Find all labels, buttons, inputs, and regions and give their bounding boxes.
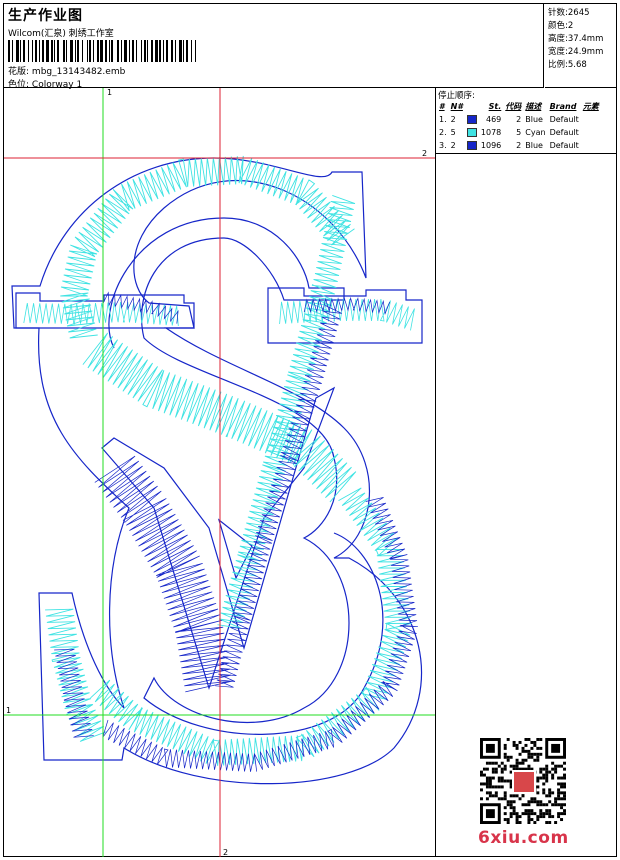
v-outline [101,386,336,690]
green-guide-label-top: 1 [107,88,113,97]
embroidery-design [4,88,435,857]
stitch-run [215,305,342,688]
stitch-run [102,291,179,324]
barcode [8,40,196,62]
col-header [465,100,479,113]
watermark-text: 6xiu.com [478,828,569,848]
col-header: # [439,102,445,111]
stitch-run [217,194,356,629]
table-row: 1. 2 469 2 Blue Default [439,115,579,124]
stat-height: 高度:37.4mm [548,34,604,44]
table-row: 3. 2 1096 2 Blue Default [439,141,579,150]
stitch-fills [23,155,418,772]
stats-panel: 针数:2645 颜色:2 高度:37.4mm 宽度:24.9mm 比例:5.68 [545,4,616,88]
right-serif-outline [267,287,423,344]
company-name: Wilcom(汇泉) 刺绣工作室 [8,29,114,39]
stitch-run [279,298,415,331]
col-header: Brand [549,102,577,111]
stitch-run [94,455,233,693]
col-header: 代码 [505,102,522,111]
col-header: 描述 [525,102,542,111]
green-guide-label-left: 1 [6,706,12,715]
red-guide-label-bottom: 2 [223,848,229,857]
stitch-run [23,302,179,327]
file-label: 花版: [8,67,30,77]
red-guide-label-right: 2 [422,149,428,158]
color-swatch [466,115,477,124]
table-row: 2. 5 1078 5 Cyan Default [439,128,579,137]
color-swatch [466,128,477,137]
stop-sequence-panel: 停止顺序: # N# St. 代码 描述 Brand 元素 1. 2 469 2… [435,88,616,154]
stat-width: 宽度:24.9mm [548,47,604,57]
col-header: N# [450,102,463,111]
header-panel: 生产作业图 Wilcom(汇泉) 刺绣工作室 花版: mbg_13143482.… [4,4,544,90]
table-header-row: # N# St. 代码 描述 Brand 元素 [437,100,601,113]
file-name: mbg_13143482.emb [31,67,126,77]
qr-center-logo [512,770,536,794]
stat-colors: 颜色:2 [548,21,574,31]
stat-scale: 比例:5.68 [548,60,587,70]
stat-stitches: 针数:2645 [548,8,590,18]
color-swatch [466,141,477,150]
page-title: 生产作业图 [8,8,83,24]
col-header: 元素 [582,102,599,111]
file-line: 花版: mbg_13143482.emb [8,64,125,77]
stop-sequence-table: # N# St. 代码 描述 Brand 元素 1. 2 469 2 Blue … [437,100,601,152]
embroidery-design-area: 1 1 2 2 [4,88,435,857]
col-header: St. [488,102,502,111]
